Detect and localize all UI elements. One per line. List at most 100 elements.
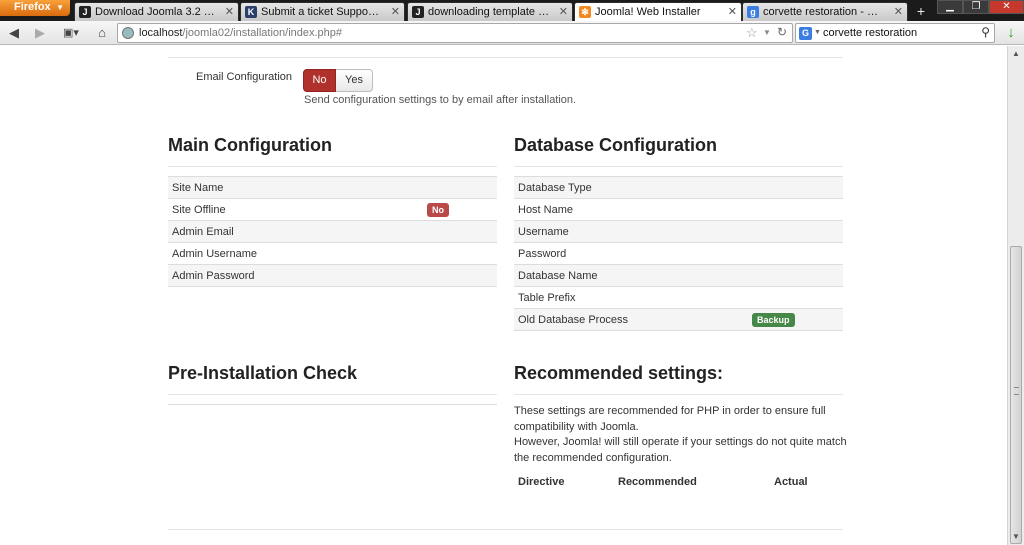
url-text[interactable]: localhost/joomla02/installation/index.ph… [139, 27, 342, 39]
download-arrow-icon[interactable]: ↓ [1003, 24, 1019, 42]
recommended-description: These settings are recommended for PHP i… [514, 404, 854, 466]
row-label: Old Database Process [518, 314, 629, 326]
tab-title: Joomla! Web Installer [595, 6, 701, 18]
column-header-recommended: Recommended [618, 476, 697, 488]
tab-download-joomla[interactable]: J Download Joomla 3.2 Template... ✕ [74, 2, 239, 21]
db-config-heading: Database Configuration [514, 135, 718, 155]
table-row: Admin Username [168, 243, 497, 265]
main-config-heading: Main Configuration [168, 135, 332, 155]
table-row: Admin Password [168, 265, 497, 287]
joomla-favicon-icon: J [412, 6, 424, 18]
divider [168, 394, 497, 395]
close-icon[interactable]: ✕ [225, 5, 234, 18]
search-icon[interactable]: ⚲ [981, 25, 990, 39]
scrollbar-thumb[interactable] [1010, 246, 1022, 544]
row-label: Host Name [518, 204, 574, 216]
table-row: Database Name [514, 265, 843, 287]
divider [168, 166, 497, 167]
tab-title: Submit a ticket Support Desk [261, 6, 382, 18]
recommended-line: These settings are recommended for PHP i… [514, 405, 826, 417]
chevron-down-icon[interactable]: ▼ [814, 29, 821, 36]
page-scrollbar[interactable]: ▲ ▼ [1007, 46, 1024, 545]
navigation-bar: ◀ ▶ ▣▾ ⌂ localhost/joomla02/installation… [0, 21, 1024, 45]
back-arrow-icon[interactable]: ◀ [6, 25, 22, 41]
google-favicon-icon: g [747, 6, 759, 18]
old-db-process-badge: Backup [752, 313, 795, 327]
bookmark-star-icon[interactable]: ☆ [746, 25, 758, 41]
row-label: Table Prefix [518, 292, 576, 304]
k-favicon-icon: K [245, 6, 257, 18]
db-config-table: Database Type Host Name Username Passwor… [514, 176, 843, 331]
site-offline-badge: No [427, 203, 449, 217]
forward-arrow-icon[interactable]: ▶ [32, 25, 48, 41]
restore-button[interactable]: ❐ [963, 0, 989, 14]
table-row: Admin Email [168, 221, 497, 243]
table-row: Site Name [168, 177, 497, 199]
url-bar[interactable]: localhost/joomla02/installation/index.ph… [117, 23, 793, 43]
column-header-actual: Actual [774, 476, 808, 488]
tab-google-search[interactable]: g corvette restoration - Google Se... ✕ [742, 2, 908, 21]
email-config-label: Email Configuration [196, 71, 292, 83]
column-header-directive: Directive [518, 476, 565, 488]
divider [514, 166, 843, 167]
close-icon[interactable]: ✕ [391, 5, 400, 18]
tab-title: downloading template as same ... [428, 6, 550, 18]
table-row: Host Name [514, 199, 843, 221]
chevron-down-icon[interactable]: ▼ [763, 28, 771, 37]
table-row: Database Type [514, 177, 843, 199]
scroll-down-icon[interactable]: ▼ [1008, 529, 1024, 545]
row-label: Password [518, 248, 567, 260]
url-host: localhost [139, 27, 183, 39]
site-identity-icon [122, 27, 134, 39]
email-config-toggle: No Yes [303, 69, 373, 92]
email-config-help: Send configuration settings to by email … [304, 94, 577, 106]
reload-icon[interactable]: ↻ [777, 25, 787, 39]
divider [168, 57, 843, 58]
firefox-menu-label: Firefox [14, 1, 51, 13]
tab-title: Download Joomla 3.2 Template... [95, 6, 216, 18]
recommended-line: However, Joomla! will still operate if y… [514, 436, 847, 448]
title-bar: Firefox ▼ J Download Joomla 3.2 Template… [0, 0, 1024, 21]
tab-title: corvette restoration - Google Se... [763, 6, 885, 18]
close-icon[interactable]: ✕ [894, 5, 903, 18]
email-yes-button[interactable]: Yes [336, 69, 373, 92]
table-row: Site Offline No [168, 199, 497, 221]
pre-install-heading: Pre-Installation Check [168, 363, 358, 383]
table-row: Old Database Process Backup [514, 309, 843, 331]
recommended-line: the recommended configuration. [514, 451, 672, 464]
google-engine-icon[interactable]: G [799, 27, 812, 40]
recommended-line: compatibility with Joomla. [514, 420, 639, 433]
new-tab-button[interactable]: + [910, 3, 932, 20]
minimize-button[interactable]: ▁ [937, 0, 963, 14]
row-label: Database Type [518, 182, 592, 194]
row-label: Username [518, 226, 569, 238]
tab-support-desk[interactable]: K Submit a ticket Support Desk ✕ [240, 2, 405, 21]
search-input[interactable] [823, 26, 973, 40]
joomla-favicon-icon: J [79, 6, 91, 18]
tab-downloading-template[interactable]: J downloading template as same ... ✕ [407, 2, 573, 21]
recommended-heading: Recommended settings: [514, 363, 724, 383]
table-row: Username [514, 221, 843, 243]
tab-joomla-web-installer[interactable]: ✻ Joomla! Web Installer ✕ [574, 2, 742, 21]
chevron-down-icon: ▼ [56, 3, 64, 12]
divider [168, 529, 843, 530]
search-bar[interactable]: G ▼ ⚲ [795, 23, 995, 43]
row-label: Admin Username [172, 248, 257, 260]
pre-install-table [168, 404, 497, 405]
joomla-favicon-icon: ✻ [579, 6, 591, 18]
history-icon[interactable]: ▣▾ [60, 25, 82, 41]
firefox-menu-button[interactable]: Firefox ▼ [0, 0, 70, 16]
email-no-button[interactable]: No [303, 69, 336, 92]
divider [514, 394, 843, 395]
row-label: Admin Password [172, 270, 255, 282]
window-close-button[interactable]: ✕ [989, 0, 1024, 14]
main-config-table: Site Name Site Offline No Admin Email Adm… [168, 176, 497, 287]
close-icon[interactable]: ✕ [559, 5, 568, 18]
close-icon[interactable]: ✕ [728, 5, 737, 18]
table-row: Table Prefix [514, 287, 843, 309]
row-label: Site Offline [172, 204, 226, 216]
scroll-up-icon[interactable]: ▲ [1008, 46, 1024, 62]
table-row: Password [514, 243, 843, 265]
home-icon[interactable]: ⌂ [94, 25, 110, 41]
url-path: /joomla02/installation/index.php# [182, 27, 343, 39]
